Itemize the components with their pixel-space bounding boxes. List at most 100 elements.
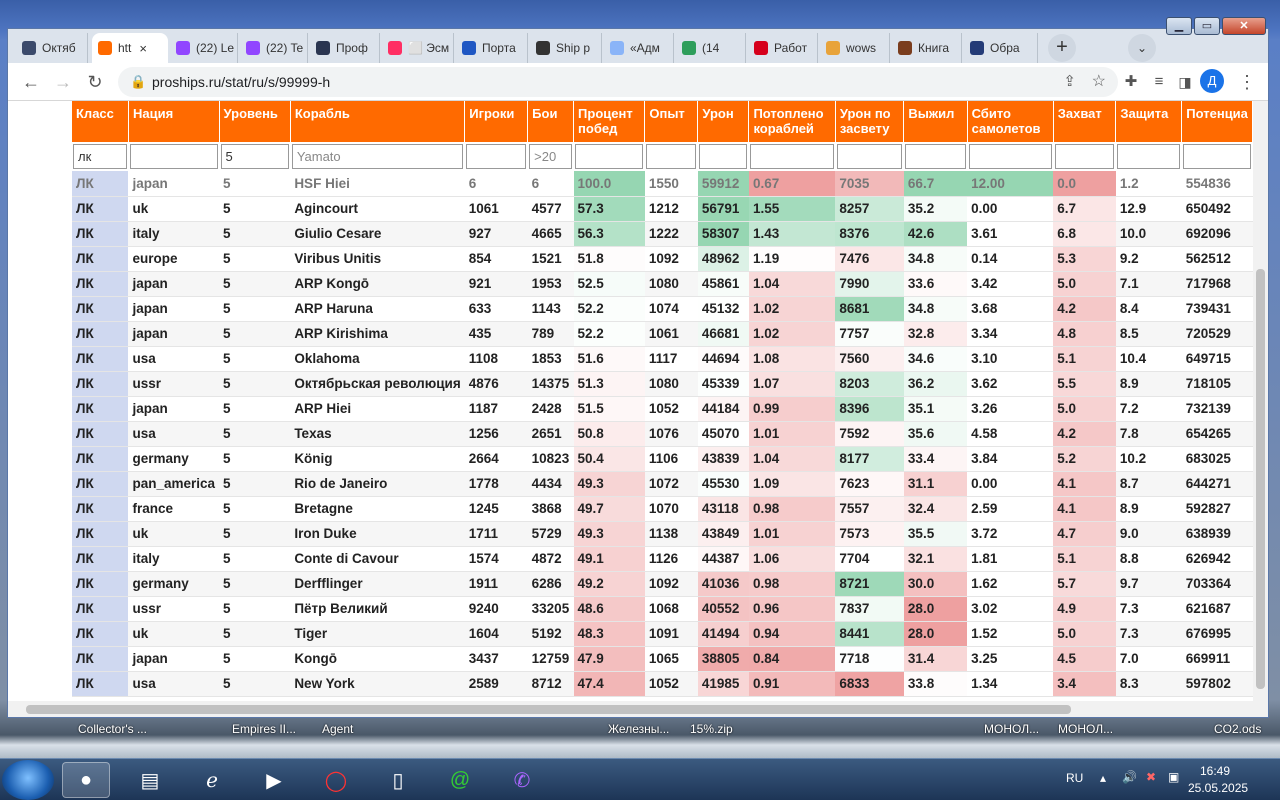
- column-filter-input[interactable]: [968, 144, 1052, 169]
- column-header[interactable]: Выжил: [903, 101, 968, 142]
- tab-13[interactable]: Обра: [964, 33, 1038, 63]
- tab-close-icon[interactable]: ×: [139, 41, 147, 56]
- desktop-icon-label[interactable]: МОНОЛ...: [1058, 722, 1113, 736]
- action-center-icon[interactable]: ▣: [1168, 770, 1179, 784]
- table-row[interactable]: ЛК japan 5 ARP Kirishima 435 789 52.2 1061 46681…: [72, 321, 1253, 347]
- table-row[interactable]: ЛК usa 5 New York 2589 8712 47.4 1052 41985 0.91 6…: [72, 671, 1253, 697]
- media-taskbar-icon[interactable]: ▶: [250, 762, 298, 798]
- table-row[interactable]: ЛК usa 5 Oklahoma 1108 1853 51.6 1117 44694 1.08 7…: [72, 346, 1253, 372]
- column-header[interactable]: Урон по засвету: [835, 101, 905, 142]
- tab-10[interactable]: Работ: [748, 33, 818, 63]
- column-header[interactable]: Уровень: [219, 101, 291, 142]
- column-header[interactable]: Процент побед: [573, 101, 646, 142]
- table-row[interactable]: ЛК japan 5 ARP Hiei 1187 2428 51.5 1052 44184 0.9…: [72, 396, 1253, 422]
- network-icon[interactable]: ✖: [1146, 770, 1156, 784]
- tab-2[interactable]: (22) Le: [170, 33, 238, 63]
- desktop-icon-label[interactable]: Железны...: [608, 722, 669, 736]
- column-header[interactable]: Класс: [72, 101, 129, 142]
- tab-6[interactable]: Порта: [456, 33, 528, 63]
- table-row[interactable]: ЛК italy 5 Conte di Cavour 1574 4872 49.1 1126 4…: [72, 546, 1253, 572]
- table-row[interactable]: ЛК japan 5 ARP Kongō 921 1953 52.5 1080 45861 1.0…: [72, 271, 1253, 297]
- column-filter-input[interactable]: [220, 144, 289, 169]
- tab-9[interactable]: (14: [676, 33, 746, 63]
- tab-0[interactable]: Октяб: [16, 33, 88, 63]
- table-row[interactable]: ЛК france 5 Bretagne 1245 3868 49.7 1070 43118 0.…: [72, 496, 1253, 522]
- table-row[interactable]: ЛК uk 5 Iron Duke 1711 5729 49.3 1138 43849 1.01 7…: [72, 521, 1253, 547]
- address-bar[interactable]: 🔒 proships.ru/stat/ru/s/99999-h ⇪ ☆: [118, 67, 1118, 97]
- desktop-icon-label[interactable]: Empires II...: [232, 722, 296, 736]
- side-panel-icon[interactable]: ◨: [1172, 69, 1198, 95]
- column-filter-input[interactable]: [129, 144, 218, 169]
- column-filter-input[interactable]: [1183, 144, 1251, 169]
- column-header[interactable]: Сбито самолетов: [967, 101, 1054, 142]
- vertical-scroll-thumb[interactable]: [1256, 269, 1265, 689]
- table-row[interactable]: ЛК japan 5 ARP Haruna 633 1143 52.2 1074 45132 1.…: [72, 296, 1253, 322]
- column-filter-input[interactable]: [291, 144, 464, 169]
- table-row[interactable]: ЛК ussr 5 Пётр Великий 9240 33205 48.6 1068 4055…: [72, 596, 1253, 622]
- chrome-taskbar-icon[interactable]: ●: [62, 762, 110, 798]
- column-header[interactable]: Бои: [527, 101, 575, 142]
- desktop-icon-label[interactable]: CO2.ods: [1214, 722, 1261, 736]
- document-taskbar-icon[interactable]: ▯: [374, 762, 422, 798]
- table-row[interactable]: ЛК usa 5 Texas 1256 2651 50.8 1076 45070 1.01 7592…: [72, 421, 1253, 447]
- back-icon[interactable]: ←: [18, 69, 44, 95]
- ie-taskbar-icon[interactable]: ℯ: [188, 762, 236, 798]
- column-filter-input[interactable]: [699, 144, 748, 169]
- tab-3[interactable]: (22) Te: [240, 33, 308, 63]
- share-icon[interactable]: ⇪: [1063, 72, 1076, 90]
- tab-search-button[interactable]: ⌄: [1128, 34, 1156, 62]
- column-filter-input[interactable]: [646, 144, 697, 169]
- desktop-icon-label[interactable]: 15%.zip: [690, 722, 733, 736]
- column-header[interactable]: Захват: [1053, 101, 1117, 142]
- clock-date[interactable]: 25.05.2025: [1188, 781, 1248, 795]
- column-header[interactable]: Урон: [697, 101, 750, 142]
- mail-taskbar-icon[interactable]: @: [436, 762, 484, 798]
- column-filter-input[interactable]: [575, 144, 644, 169]
- column-filter-input[interactable]: [1117, 144, 1181, 169]
- column-filter-input[interactable]: [750, 144, 834, 169]
- language-indicator[interactable]: RU: [1066, 771, 1083, 785]
- horizontal-scroll-thumb[interactable]: [26, 705, 1071, 714]
- reload-icon[interactable]: ↻: [82, 69, 108, 95]
- explorer-taskbar-icon[interactable]: ▤: [126, 762, 174, 798]
- tab-5[interactable]: ⬜ Эсм: [382, 33, 454, 63]
- table-row[interactable]: ЛК japan 5 HSF Hiei 6 6 100.0 1550 59912 0.67 7035…: [72, 171, 1253, 197]
- bookmark-star-icon[interactable]: ☆: [1092, 71, 1106, 91]
- table-row[interactable]: ЛК uk 5 Agincourt 1061 4577 57.3 1212 56791 1.55 8…: [72, 196, 1253, 222]
- column-header[interactable]: Нация: [128, 101, 220, 142]
- desktop-icon-label[interactable]: Collector's ...: [78, 722, 147, 736]
- tab-4[interactable]: Проф: [310, 33, 380, 63]
- table-row[interactable]: ЛК pan_america 5 Rio de Janeiro 1778 4434 49.3…: [72, 471, 1253, 497]
- tray-expand-icon[interactable]: ▴: [1100, 771, 1106, 785]
- tab-11[interactable]: wows: [820, 33, 890, 63]
- site-info-icon[interactable]: 🔒: [130, 74, 146, 90]
- desktop-icon-label[interactable]: Agent: [322, 722, 353, 736]
- tab-1[interactable]: htt ×: [92, 33, 168, 63]
- table-row[interactable]: ЛК japan 5 Kongō 3437 12759 47.9 1065 38805 0.84 7…: [72, 646, 1253, 672]
- column-filter-input[interactable]: [73, 144, 127, 169]
- profile-avatar[interactable]: Д: [1200, 69, 1224, 93]
- table-row[interactable]: ЛК italy 5 Giulio Cesare 927 4665 56.3 1222 5830…: [72, 221, 1253, 247]
- viber-taskbar-icon[interactable]: ✆: [498, 762, 546, 798]
- close-window-button[interactable]: ✕: [1222, 17, 1266, 35]
- column-filter-input[interactable]: [836, 144, 903, 169]
- column-header[interactable]: Защита: [1115, 101, 1183, 142]
- forward-icon[interactable]: →: [50, 69, 76, 95]
- minimize-button[interactable]: ▁: [1166, 17, 1192, 35]
- column-header[interactable]: Опыт: [644, 101, 699, 142]
- column-filter-input[interactable]: [466, 144, 527, 169]
- vertical-scrollbar[interactable]: [1253, 101, 1268, 701]
- column-filter-input[interactable]: [529, 144, 573, 169]
- new-tab-button[interactable]: +: [1048, 34, 1076, 62]
- desktop-icon-label[interactable]: МОНОЛ...: [984, 722, 1039, 736]
- table-row[interactable]: ЛК europe 5 Viribus Unitis 854 1521 51.8 1092 48…: [72, 246, 1253, 272]
- tab-8[interactable]: «Адм: [604, 33, 674, 63]
- table-row[interactable]: ЛК ussr 5 Октябрьская революция 4876 14375 51.…: [72, 371, 1253, 397]
- tab-12[interactable]: Книга: [892, 33, 962, 63]
- horizontal-scrollbar[interactable]: [8, 701, 1268, 717]
- column-header[interactable]: Потоплено кораблей: [748, 101, 836, 142]
- column-header[interactable]: Корабль: [290, 101, 466, 142]
- column-filter-input[interactable]: [905, 144, 966, 169]
- tab-7[interactable]: Ship p: [530, 33, 602, 63]
- reading-list-icon[interactable]: ≡: [1146, 69, 1172, 95]
